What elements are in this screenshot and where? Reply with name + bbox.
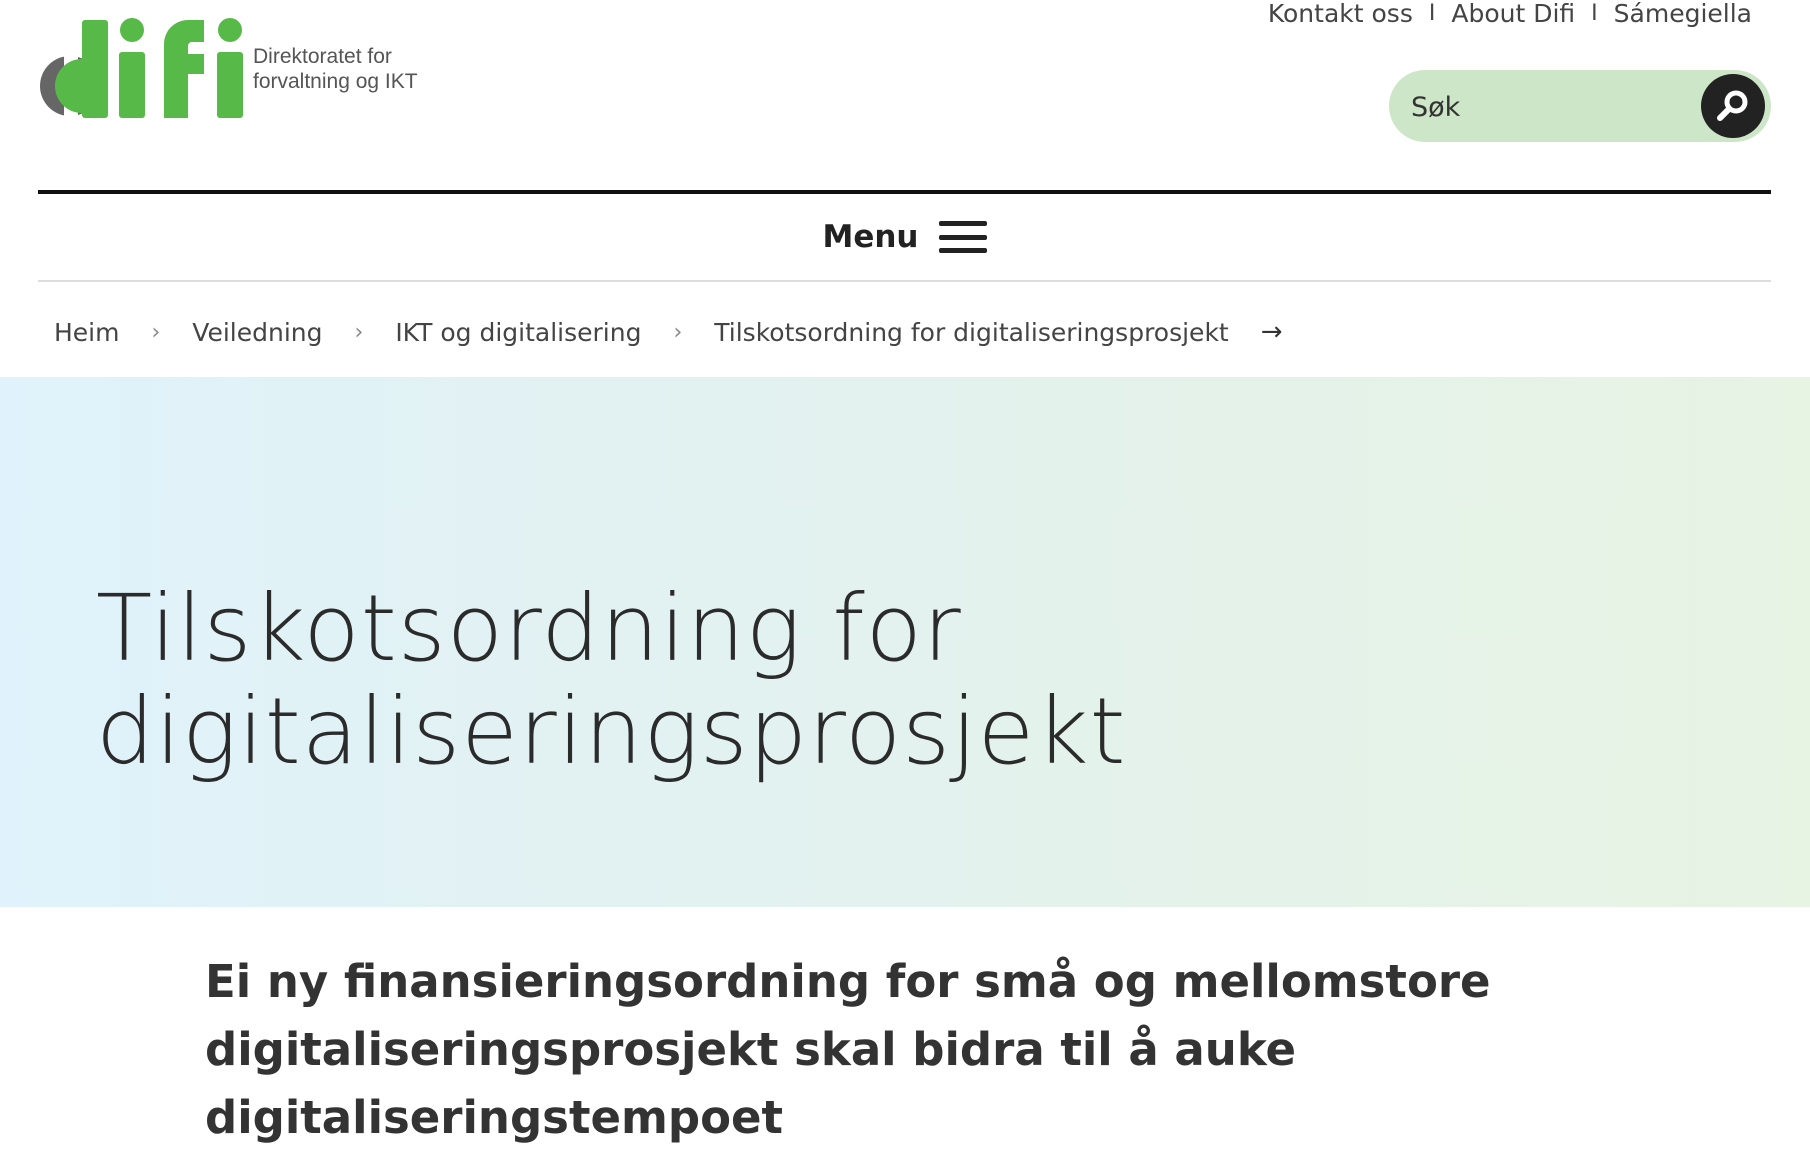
difi-logo-wordmark <box>40 18 243 118</box>
search-button[interactable] <box>1701 74 1765 138</box>
search-input[interactable] <box>1409 70 1693 144</box>
top-links-separator: I <box>1428 0 1436 26</box>
logo-subtitle: Direktoratet for forvaltning og IKT <box>253 44 418 94</box>
menu-label: Menu <box>822 219 919 255</box>
search-box <box>1389 70 1771 144</box>
menu-divider <box>38 280 1771 282</box>
hero-banner: Tilskotsordning for digitaliseringsprosj… <box>0 377 1810 907</box>
arrow-right-icon[interactable]: → <box>1261 317 1283 347</box>
logo-subtitle-line1: Direktoratet for <box>253 45 392 68</box>
hamburger-icon <box>938 221 987 253</box>
page-title: Tilskotsordning for digitaliseringsprosj… <box>96 577 1496 783</box>
breadcrumb: Heim › Veiledning › IKT og digitaliserin… <box>54 310 1283 354</box>
difi-logo[interactable]: Direktoratet for forvaltning og IKT <box>38 14 438 124</box>
top-links-separator: I <box>1591 0 1598 26</box>
top-links: Kontakt oss I About Difi I Sámegiella <box>1268 0 1752 28</box>
breadcrumb-item-current[interactable]: Tilskotsordning for digitaliseringsprosj… <box>714 318 1228 347</box>
breadcrumb-item-ikt[interactable]: IKT og digitalisering <box>395 318 641 347</box>
menu-bar: Menu <box>38 194 1771 280</box>
top-link-samegiella[interactable]: Sámegiella <box>1614 0 1752 28</box>
chevron-right-icon: › <box>151 319 161 345</box>
search-icon <box>1717 90 1748 121</box>
chevron-right-icon: › <box>354 319 364 345</box>
top-link-about-difi[interactable]: About Difi <box>1451 0 1575 28</box>
logo-subtitle-line2: forvaltning og IKT <box>253 70 418 93</box>
top-link-kontakt-oss[interactable]: Kontakt oss <box>1268 0 1413 28</box>
breadcrumb-item-veiledning[interactable]: Veiledning <box>192 318 322 347</box>
chevron-right-icon: › <box>673 319 683 345</box>
menu-button[interactable]: Menu <box>822 219 987 255</box>
breadcrumb-item-heim[interactable]: Heim <box>54 318 119 347</box>
intro-text: Ei ny finansieringsordning for små og me… <box>205 955 1491 1144</box>
page-title-line1: Tilskotsordning for <box>96 575 962 682</box>
page-title-line2: digitaliseringsprosjekt <box>96 678 1127 785</box>
